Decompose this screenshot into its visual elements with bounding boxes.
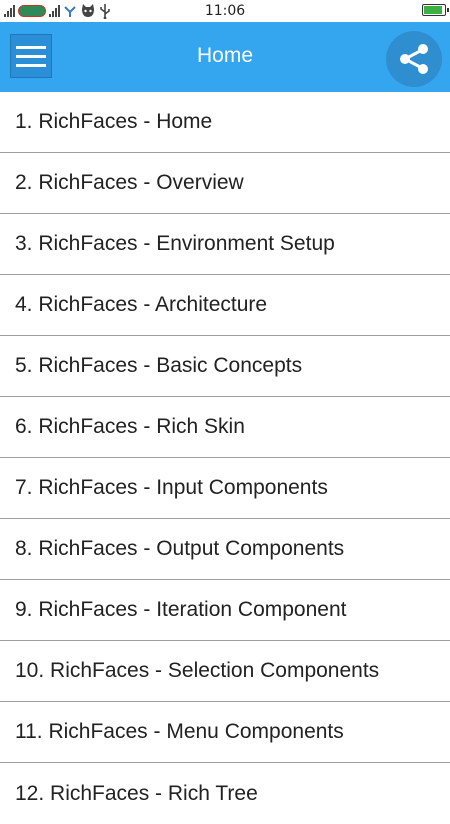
list-item[interactable]: 7. RichFaces - Input Components xyxy=(0,458,450,519)
list-item[interactable]: 11. RichFaces - Menu Components xyxy=(0,702,450,763)
list-item[interactable]: 1. RichFaces - Home xyxy=(0,92,450,153)
list-item[interactable]: 10. RichFaces - Selection Components xyxy=(0,641,450,702)
list-item[interactable]: 3. RichFaces - Environment Setup xyxy=(0,214,450,275)
list-item[interactable]: 2. RichFaces - Overview xyxy=(0,153,450,214)
list-item[interactable]: 6. RichFaces - Rich Skin xyxy=(0,397,450,458)
share-button[interactable] xyxy=(386,31,442,87)
battery-charging-icon xyxy=(422,4,449,16)
page-title: Home xyxy=(196,44,254,67)
status-bar: 11:06 xyxy=(0,0,450,22)
list-item[interactable]: 12. RichFaces - Rich Tree xyxy=(0,763,450,824)
chapter-list: 1. RichFaces - Home 2. RichFaces - Overv… xyxy=(0,92,450,824)
list-item[interactable]: 5. RichFaces - Basic Concepts xyxy=(0,336,450,397)
share-icon xyxy=(400,44,428,74)
status-time: 11:06 xyxy=(204,3,246,19)
app-bar: Home xyxy=(0,22,450,92)
list-item[interactable]: 4. RichFaces - Architecture xyxy=(0,275,450,336)
list-item[interactable]: 9. RichFaces - Iteration Component xyxy=(0,580,450,641)
list-item[interactable]: 8. RichFaces - Output Components xyxy=(0,519,450,580)
